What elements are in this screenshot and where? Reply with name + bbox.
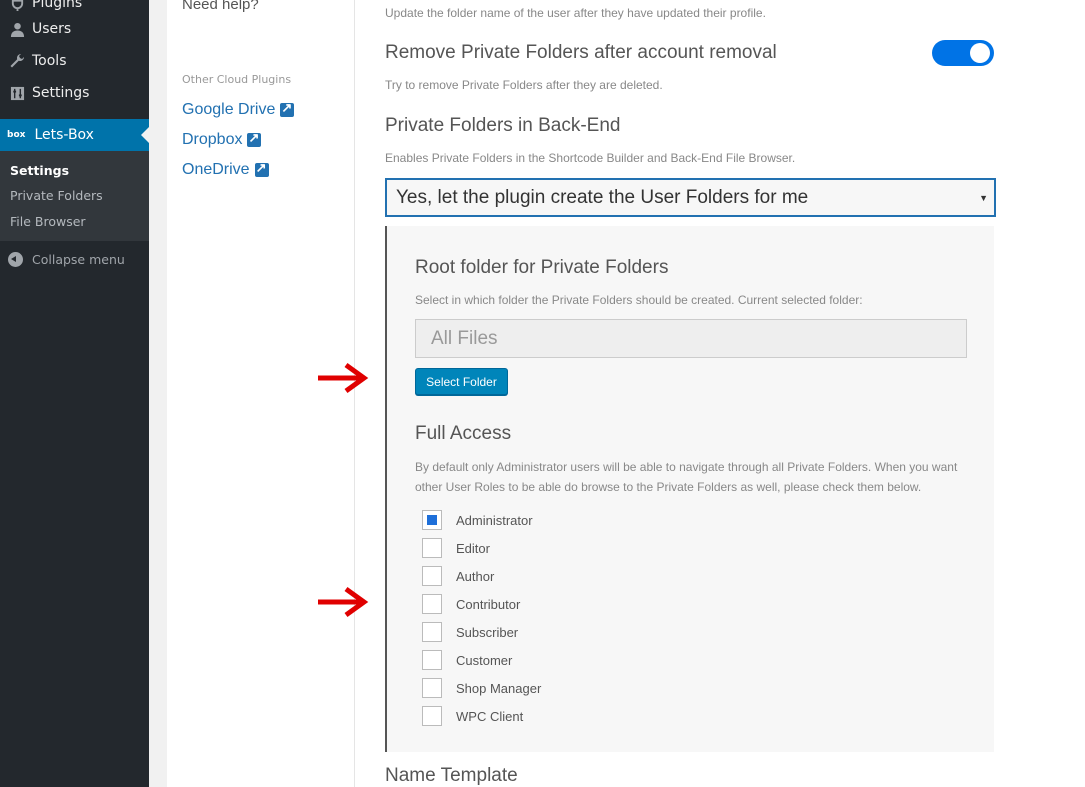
box-logo-icon: box: [7, 130, 26, 140]
role-checkbox-row[interactable]: Subscriber: [422, 622, 518, 642]
role-label: Shop Manager: [456, 680, 542, 696]
full-access-title: Full Access: [415, 423, 512, 444]
remove-folders-description: Try to remove Private Folders after they…: [385, 78, 663, 92]
external-link-icon: [254, 160, 269, 177]
select-folder-button[interactable]: Select Folder: [415, 368, 508, 395]
link-label: Google Drive: [182, 101, 276, 118]
root-folder-value: All Files: [431, 327, 498, 349]
backend-selected-value: Yes, let the plugin create the User Fold…: [396, 186, 809, 208]
role-checkbox-row[interactable]: Customer: [422, 650, 512, 670]
menu-item-tools[interactable]: Tools: [0, 45, 149, 77]
collapse-arrow-icon: [8, 251, 23, 267]
menu-item-label: Plugins: [32, 0, 83, 11]
link-label: OneDrive: [182, 161, 250, 178]
role-checkbox-row[interactable]: Contributor: [422, 594, 520, 614]
full-access-description: By default only Administrator users will…: [415, 460, 958, 494]
role-label: Customer: [456, 652, 513, 668]
role-checkbox[interactable]: [422, 538, 442, 558]
root-folder-description: Select in which folder the Private Folde…: [415, 293, 863, 307]
external-link-icon: [280, 100, 295, 117]
menu-item-label: Lets-Box: [34, 127, 94, 143]
remove-folders-title: Remove Private Folders after account rem…: [385, 42, 777, 63]
root-folder-field[interactable]: All Files: [415, 319, 967, 358]
onedrive-link[interactable]: OneDrive: [182, 160, 269, 179]
role-label: Author: [456, 568, 495, 584]
admin-sidebar: Plugins Users Tools Settings box Lets-Bo…: [0, 0, 149, 787]
collapse-label: Collapse menu: [32, 251, 125, 267]
need-help-heading: Need help?: [182, 0, 259, 13]
settings-icon: [9, 85, 25, 101]
role-checkbox[interactable]: [422, 510, 442, 530]
google-drive-link[interactable]: Google Drive: [182, 100, 295, 119]
external-link-icon: [247, 130, 262, 147]
backend-title: Private Folders in Back-End: [385, 115, 621, 136]
name-template-title: Name Template: [385, 765, 518, 786]
role-checkbox-row[interactable]: Author: [422, 566, 494, 586]
other-plugins-label: Other Cloud Plugins: [182, 73, 292, 86]
role-checkbox[interactable]: [422, 566, 442, 586]
role-label: Contributor: [456, 596, 521, 612]
role-checkbox[interactable]: [422, 706, 442, 726]
submenu-item-file-browser[interactable]: File Browser: [10, 214, 86, 229]
link-label: Dropbox: [182, 131, 243, 148]
role-checkbox-row[interactable]: Administrator: [422, 510, 533, 530]
role-checkbox-row[interactable]: Shop Manager: [422, 678, 541, 698]
menu-item-label: Tools: [32, 53, 67, 69]
role-checkbox[interactable]: [422, 650, 442, 670]
role-checkbox[interactable]: [422, 594, 442, 614]
red-arrow-icon: [318, 586, 369, 618]
lets-box-submenu: Settings Private Folders File Browser: [0, 151, 149, 241]
backend-description: Enables Private Folders in the Shortcode…: [385, 151, 796, 165]
role-checkbox[interactable]: [422, 678, 442, 698]
role-label: Administrator: [456, 512, 533, 528]
role-label: WPC Client: [456, 708, 524, 724]
menu-item-label: Settings: [32, 85, 90, 101]
update-folder-description: Update the folder name of the user after…: [385, 6, 766, 20]
users-icon: [9, 21, 25, 37]
red-arrow-icon: [318, 362, 369, 394]
remove-folders-toggle[interactable]: [932, 40, 994, 66]
submenu-item-private-folders[interactable]: Private Folders: [10, 188, 103, 203]
role-checkbox[interactable]: [422, 622, 442, 642]
dropbox-link[interactable]: Dropbox: [182, 130, 262, 149]
role-label: Editor: [456, 540, 490, 556]
wrench-icon: [9, 53, 25, 69]
dropdown-caret-icon: ▼: [979, 193, 988, 203]
menu-item-users[interactable]: Users: [0, 13, 149, 45]
plugin-icon: [9, 0, 25, 11]
role-checkbox-row[interactable]: Editor: [422, 538, 490, 558]
menu-item-label: Users: [32, 21, 72, 37]
root-folder-title: Root folder for Private Folders: [415, 257, 669, 278]
role-label: Subscriber: [456, 624, 519, 640]
collapse-menu-button[interactable]: Collapse menu: [0, 249, 125, 269]
submenu-item-settings[interactable]: Settings: [10, 163, 69, 178]
menu-item-lets-box[interactable]: box Lets-Box: [0, 119, 149, 151]
menu-item-settings[interactable]: Settings: [0, 77, 149, 109]
backend-select[interactable]: Yes, let the plugin create the User Fold…: [385, 178, 996, 217]
role-checkbox-row[interactable]: WPC Client: [422, 706, 523, 726]
